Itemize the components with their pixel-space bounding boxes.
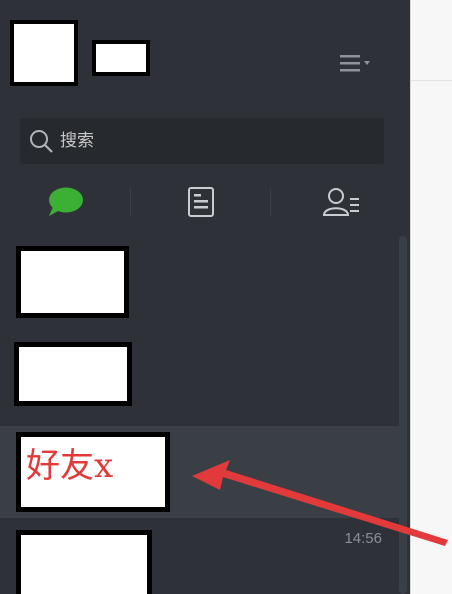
chat-row[interactable] (0, 234, 400, 330)
chat-name: 好友x (26, 446, 114, 486)
wechat-window: 好友x 14:56 (0, 0, 452, 594)
chat-content-pane (410, 0, 452, 594)
menu-button[interactable] (338, 52, 376, 76)
user-avatar-redacted[interactable] (10, 20, 78, 86)
chat-row[interactable]: 14:56 (0, 520, 400, 594)
sidebar: 好友x 14:56 (0, 0, 410, 594)
chat-list-scrollbar[interactable] (399, 236, 407, 594)
search-icon (30, 130, 53, 153)
search-box[interactable] (20, 118, 384, 164)
tab-divider (130, 188, 131, 216)
tab-contacts-list[interactable] (136, 176, 266, 228)
menu-icon (340, 55, 370, 72)
user-name-redacted (92, 40, 150, 76)
tab-contacts[interactable] (276, 176, 406, 228)
document-list-icon (188, 187, 214, 217)
search-input[interactable] (60, 118, 376, 164)
chat-row[interactable] (0, 332, 400, 428)
nav-tabs (0, 176, 410, 228)
chat-bubble-icon (49, 187, 83, 216)
chat-name-redacted (16, 246, 129, 318)
contacts-icon (322, 188, 359, 216)
chat-time: 14:56 (344, 530, 382, 547)
tab-divider (270, 188, 271, 216)
divider (411, 80, 452, 81)
chat-name-redacted (16, 530, 152, 594)
chat-list: 好友x 14:56 (0, 234, 400, 594)
chat-row-selected[interactable]: 好友x (0, 426, 400, 518)
chat-name-redacted (14, 342, 132, 406)
tab-chats[interactable] (0, 176, 130, 228)
